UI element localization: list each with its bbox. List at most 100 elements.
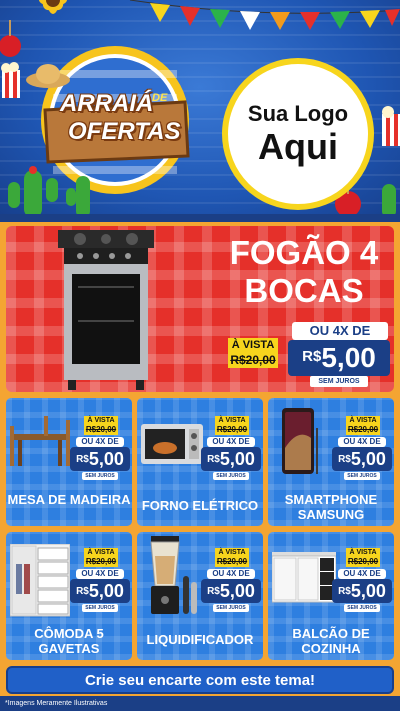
create-flyer-button[interactable]: Crie seu encarte com este tema! bbox=[6, 666, 394, 694]
product-name: LIQUIDIFICADOR bbox=[146, 632, 254, 647]
vista-label: À VISTA bbox=[84, 548, 118, 557]
old-price-text: R$20,00 bbox=[347, 425, 379, 434]
currency: R$ bbox=[76, 586, 89, 597]
price: R$5,00 bbox=[201, 579, 261, 603]
price-value: 5,00 bbox=[88, 449, 124, 469]
product-card-mesa[interactable]: À VISTA R$20,00 OU 4X DE R$5,00 SEM JURO… bbox=[6, 398, 132, 526]
header-separator bbox=[0, 214, 400, 222]
price: R$5,00 bbox=[201, 447, 261, 471]
hero-price: R$5,00 bbox=[288, 340, 390, 376]
logo-placeholder[interactable]: Sua Logo Aqui bbox=[222, 58, 374, 210]
product-card-comoda[interactable]: À VISTA R$20,00 OU 4X DE R$5,00 SEM JURO… bbox=[6, 532, 132, 660]
badge-title-de: DE bbox=[152, 92, 168, 104]
blender-image bbox=[150, 536, 197, 614]
product-name: BALCÃO DE COZINHA bbox=[292, 626, 370, 656]
juros-label: SEM JUROS bbox=[213, 604, 249, 612]
hero-old-price: R$20,00 bbox=[228, 352, 278, 368]
currency: R$ bbox=[338, 454, 351, 465]
old-price-text: R$20,00 bbox=[85, 425, 117, 434]
price-value: 5,00 bbox=[350, 581, 386, 601]
badge-title-line2: OFERTAS bbox=[68, 118, 181, 145]
currency: R$ bbox=[207, 586, 220, 597]
cactus-icon-right bbox=[382, 184, 396, 218]
dining-table-image bbox=[10, 416, 70, 466]
disclaimer-footnote: *Imagens Meramente Ilustrativas bbox=[0, 696, 400, 711]
price: R$5,00 bbox=[70, 447, 130, 471]
hero-price-box: À VISTA R$20,00 OU 4X DE R$5,00 SEM JURO… bbox=[226, 316, 392, 390]
header-banner: ARRAIÁ DE OFERTAS Sua Logo Aqui bbox=[0, 0, 400, 218]
popcorn-icon-right bbox=[382, 106, 400, 146]
popcorn-icon bbox=[1, 62, 20, 98]
badge-title-line1: ARRAIÁ bbox=[60, 90, 154, 117]
old-price-text: R$20,00 bbox=[347, 557, 379, 566]
installments-label: OU 4X DE bbox=[207, 569, 255, 579]
price-box: À VISTA R$20,00 OU 4X DE R$5,00 SEM JURO… bbox=[201, 416, 261, 482]
product-name: FORNO ELÉTRICO bbox=[141, 498, 259, 513]
product-name: CÔMODA 5 GAVETAS bbox=[34, 626, 104, 656]
price: R$5,00 bbox=[332, 447, 392, 471]
sunflower-icon bbox=[39, 0, 67, 14]
old-price-text: R$20,00 bbox=[85, 557, 117, 566]
product-name: SMARTPHONE SAMSUNG bbox=[284, 492, 378, 522]
product-card-liquidificador[interactable]: À VISTA R$20,00 OU 4X DE R$5,00 SEM JURO… bbox=[137, 532, 263, 660]
currency: R$ bbox=[207, 454, 220, 465]
old-price-text: R$20,00 bbox=[216, 425, 248, 434]
installments-label: OU 4X DE bbox=[207, 437, 255, 447]
product-name: MESA DE MADEIRA bbox=[7, 492, 131, 507]
price-value: 5,00 bbox=[219, 449, 255, 469]
installments-label: OU 4X DE bbox=[76, 437, 124, 447]
price-box: À VISTA R$20,00 OU 4X DE R$5,00 SEM JURO… bbox=[332, 416, 392, 482]
price-box: À VISTA R$20,00 OU 4X DE R$5,00 SEM JURO… bbox=[332, 548, 392, 614]
old-price: R$20,00 bbox=[215, 425, 249, 435]
installments-label: OU 4X DE bbox=[76, 569, 124, 579]
logo-line1: Sua Logo bbox=[247, 101, 349, 126]
price: R$5,00 bbox=[70, 579, 130, 603]
vista-label: À VISTA bbox=[84, 416, 118, 425]
smartphone-image bbox=[282, 408, 318, 474]
hero-installments-label: OU 4X DE bbox=[292, 322, 388, 340]
product-card-balcao[interactable]: À VISTA R$20,00 OU 4X DE R$5,00 SEM JURO… bbox=[268, 532, 394, 660]
hero-currency: R$ bbox=[302, 348, 322, 365]
juros-label: SEM JUROS bbox=[82, 604, 118, 612]
product-card-forno[interactable]: À VISTA R$20,00 OU 4X DE R$5,00 SEM JURO… bbox=[137, 398, 263, 526]
logo-line2: Aqui bbox=[258, 126, 338, 167]
vista-label: À VISTA bbox=[346, 416, 380, 425]
stove-image bbox=[58, 230, 154, 390]
vista-label: À VISTA bbox=[215, 416, 249, 425]
offers-area: FOGÃO 4 BOCAS À VISTA R$20,00 OU 4X DE R… bbox=[0, 222, 400, 711]
product-card-smartphone[interactable]: À VISTA R$20,00 OU 4X DE R$5,00 SEM JURO… bbox=[268, 398, 394, 526]
juros-label: SEM JUROS bbox=[82, 472, 118, 480]
hero-juros-label: SEM JUROS bbox=[310, 376, 368, 387]
installments-label: OU 4X DE bbox=[338, 569, 386, 579]
installments-label: OU 4X DE bbox=[338, 437, 386, 447]
vista-label: À VISTA bbox=[215, 548, 249, 557]
old-price: R$20,00 bbox=[346, 425, 380, 435]
price-box: À VISTA R$20,00 OU 4X DE R$5,00 SEM JURO… bbox=[201, 548, 261, 614]
price-box: À VISTA R$20,00 OU 4X DE R$5,00 SEM JURO… bbox=[70, 548, 130, 614]
price-box: À VISTA R$20,00 OU 4X DE R$5,00 SEM JURO… bbox=[70, 416, 130, 482]
hero-old-price-text: R$20,00 bbox=[230, 353, 276, 367]
hero-product-name: FOGÃO 4 BOCAS bbox=[229, 234, 379, 309]
price: R$5,00 bbox=[332, 579, 392, 603]
juros-label: SEM JUROS bbox=[344, 472, 380, 480]
price-value: 5,00 bbox=[350, 449, 386, 469]
electric-oven-image bbox=[141, 424, 203, 464]
currency: R$ bbox=[76, 454, 89, 465]
hero-vista-label: À VISTA bbox=[228, 338, 278, 352]
price-value: 5,00 bbox=[88, 581, 124, 601]
hero-offer-card[interactable]: FOGÃO 4 BOCAS À VISTA R$20,00 OU 4X DE R… bbox=[6, 226, 394, 392]
cactus-icon bbox=[8, 166, 58, 218]
old-price-text: R$20,00 bbox=[216, 557, 248, 566]
juros-label: SEM JUROS bbox=[213, 472, 249, 480]
old-price: R$20,00 bbox=[346, 557, 380, 567]
kitchen-cabinet-image bbox=[272, 552, 336, 603]
old-price: R$20,00 bbox=[84, 557, 118, 567]
price-value: 5,00 bbox=[219, 581, 255, 601]
cactus-icon-2 bbox=[66, 176, 90, 218]
juros-label: SEM JUROS bbox=[344, 604, 380, 612]
old-price: R$20,00 bbox=[84, 425, 118, 435]
currency: R$ bbox=[338, 586, 351, 597]
dresser-image bbox=[10, 544, 70, 617]
vista-label: À VISTA bbox=[346, 548, 380, 557]
hero-price-value: 5,00 bbox=[321, 342, 376, 373]
